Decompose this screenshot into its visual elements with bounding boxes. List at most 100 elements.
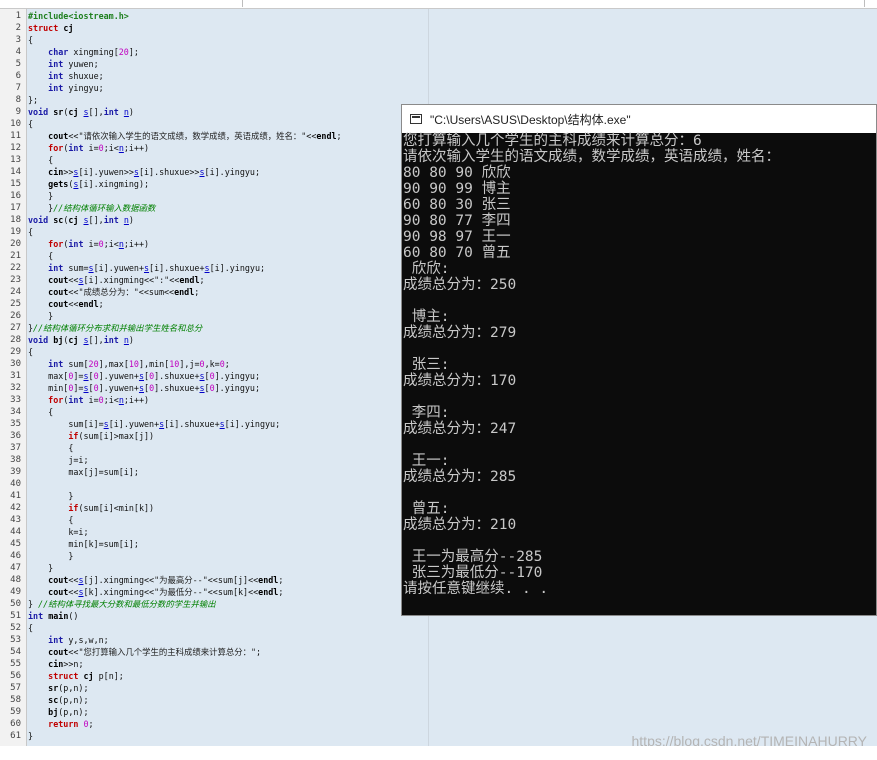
code-text[interactable]: }//结构体循环分布求和并输出学生姓名和总分 (28, 322, 202, 334)
code-token: ].yingyu; (214, 371, 261, 381)
line-number: 1 (15, 11, 21, 21)
code-token: { (28, 347, 34, 357)
code-token: "请依次输入学生的语文成绩，数学成绩，英语成绩，姓名：" (78, 131, 307, 141)
code-token: << (68, 587, 79, 597)
code-text[interactable]: { (28, 118, 33, 130)
code-token: ;i++) (123, 239, 150, 249)
code-text[interactable]: { (28, 406, 53, 418)
line-number: 49 (10, 587, 21, 597)
line-number: 9 (15, 107, 21, 117)
code-token: << (306, 131, 317, 141)
code-text[interactable]: char xingming[20]; (28, 46, 139, 58)
code-text[interactable]: for(int i=0;i<n;i++) (28, 394, 149, 406)
code-text[interactable]: int y,s,w,n; (28, 634, 109, 646)
code-token: sum[ (63, 359, 89, 369)
code-text[interactable]: gets(s[i].xingming); (28, 178, 149, 190)
code-text[interactable]: { (28, 514, 73, 526)
code-text[interactable]: cout<<"请依次输入学生的语文成绩，数学成绩，英语成绩，姓名："<<endl… (28, 130, 341, 142)
code-token: << (68, 299, 79, 309)
line-number: 18 (10, 215, 21, 225)
code-text[interactable]: sr(p,n); (28, 682, 88, 694)
console-line: 60 80 70 曾五 (403, 245, 511, 261)
code-text[interactable]: void bj(cj s[],int n) (28, 334, 134, 346)
code-text[interactable]: cout<<s[i].xingming<<":"<<endl; (28, 274, 205, 286)
code-text[interactable]: } (28, 562, 53, 574)
code-text[interactable]: k=i; (28, 526, 88, 538)
code-text[interactable]: } (28, 190, 53, 202)
console-line: 90 80 77 李四 (403, 213, 511, 229)
code-token: gets (48, 179, 69, 189)
code-text[interactable]: { (28, 346, 33, 358)
code-text[interactable]: min[k]=sum[i]; (28, 538, 139, 550)
line-number: 10 (10, 119, 21, 129)
console-line: 成绩总分为：285 (403, 469, 517, 485)
code-text[interactable]: } (28, 730, 33, 742)
console-window[interactable]: "C:\Users\ASUS\Desktop\结构体.exe" 您打算输入几个学… (401, 104, 877, 616)
code-text[interactable]: } (28, 490, 73, 502)
console-line: 成绩总分为：170 (403, 373, 517, 389)
code-text[interactable]: } //结构体寻找最大分数和最低分数的学生并输出 (28, 598, 216, 610)
line-number: 44 (10, 527, 21, 537)
code-text[interactable]: cout<<"成绩总分为："<<sum<<endl; (28, 286, 199, 298)
code-token: endl (78, 299, 99, 309)
code-text[interactable]: { (28, 622, 33, 634)
code-text[interactable]: j=i; (28, 454, 88, 466)
code-text[interactable]: int main() (28, 610, 78, 622)
code-text[interactable]: for(int i=0;i<n;i++) (28, 142, 149, 154)
code-text[interactable]: int yingyu; (28, 82, 103, 94)
code-text[interactable]: sum[i]=s[i].yuwen+s[i].shuxue+s[i].yingy… (28, 418, 280, 430)
code-text[interactable]: struct cj p[n]; (28, 670, 124, 682)
code-token: int (103, 335, 119, 345)
code-text[interactable]: max[0]=s[0].yuwen+s[0].shuxue+s[0].yingy… (28, 370, 260, 382)
line-number: 48 (10, 575, 21, 585)
code-token: <<sum[j]<< (207, 575, 259, 585)
code-text[interactable]: int sum=s[i].yuwen+s[i].shuxue+s[i].ying… (28, 262, 265, 274)
code-text[interactable]: int yuwen; (28, 58, 98, 70)
code-text[interactable]: cout<<s[j].xingming<<"为最高分--"<<sum[j]<<e… (28, 574, 283, 586)
code-text[interactable]: sc(p,n); (28, 694, 89, 706)
code-text[interactable]: { (28, 154, 53, 166)
code-text[interactable]: for(int i=0;i<n;i++) (28, 238, 149, 250)
console-line: 请按任意键继续. . . (403, 581, 549, 597)
code-text[interactable]: if(sum[i]>max[j]) (28, 430, 154, 442)
code-token: 20 (118, 47, 129, 57)
code-token: [i].shuxue+ (164, 419, 220, 429)
code-text[interactable]: } (28, 310, 53, 322)
code-token: [i].yuwen>> (78, 167, 134, 177)
code-text[interactable]: { (28, 442, 73, 454)
code-token: (p,n); (58, 695, 89, 705)
code-text[interactable]: { (28, 226, 33, 238)
code-text[interactable]: void sr(cj s[],int n) (28, 106, 134, 118)
code-text[interactable]: { (28, 250, 53, 262)
code-token: int (48, 635, 64, 645)
code-text[interactable]: }//结构体循环输入数据函数 (28, 202, 155, 214)
code-text[interactable]: struct cj (28, 22, 73, 34)
code-text[interactable]: cout<<"您打算输入几个学生的主科成绩来计算总分："; (28, 646, 261, 658)
code-text[interactable]: return 0; (28, 718, 93, 730)
code-text[interactable]: void sc(cj s[],int n) (28, 214, 134, 226)
code-token: sr (48, 683, 59, 693)
code-text[interactable]: cin>>s[i].yuwen>>s[i].shuxue>>s[i].yingy… (28, 166, 260, 178)
code-text[interactable]: cout<<s[k].xingming<<"为最低分--"<<sum[k]<<e… (28, 586, 283, 598)
line-number: 6 (15, 71, 21, 81)
code-token: int (48, 71, 64, 81)
code-text[interactable]: }; (28, 94, 38, 106)
code-text[interactable]: max[j]=sum[i]; (28, 466, 139, 478)
code-text[interactable]: min[0]=s[0].yuwen+s[0].shuxue+s[0].yingy… (28, 382, 260, 394)
code-text[interactable]: cout<<endl; (28, 298, 103, 310)
code-token: endl (258, 575, 279, 585)
code-token: cin (48, 167, 64, 177)
code-text[interactable]: int sum[20],max[10],min[10],j=0,k=0; (28, 358, 230, 370)
code-token: main (48, 611, 69, 621)
code-text[interactable]: if(sum[i]<min[k]) (28, 502, 154, 514)
code-text[interactable]: bj(p,n); (28, 706, 88, 718)
code-text[interactable]: } (28, 550, 73, 562)
code-text[interactable]: { (28, 34, 33, 46)
code-text[interactable]: int shuxue; (28, 70, 103, 82)
code-text[interactable]: #include<iostream.h> (28, 10, 129, 22)
console-title-bar[interactable]: "C:\Users\ASUS\Desktop\结构体.exe" (402, 105, 876, 133)
code-text[interactable]: cin>>n; (28, 658, 83, 670)
code-token: ; (199, 275, 205, 285)
